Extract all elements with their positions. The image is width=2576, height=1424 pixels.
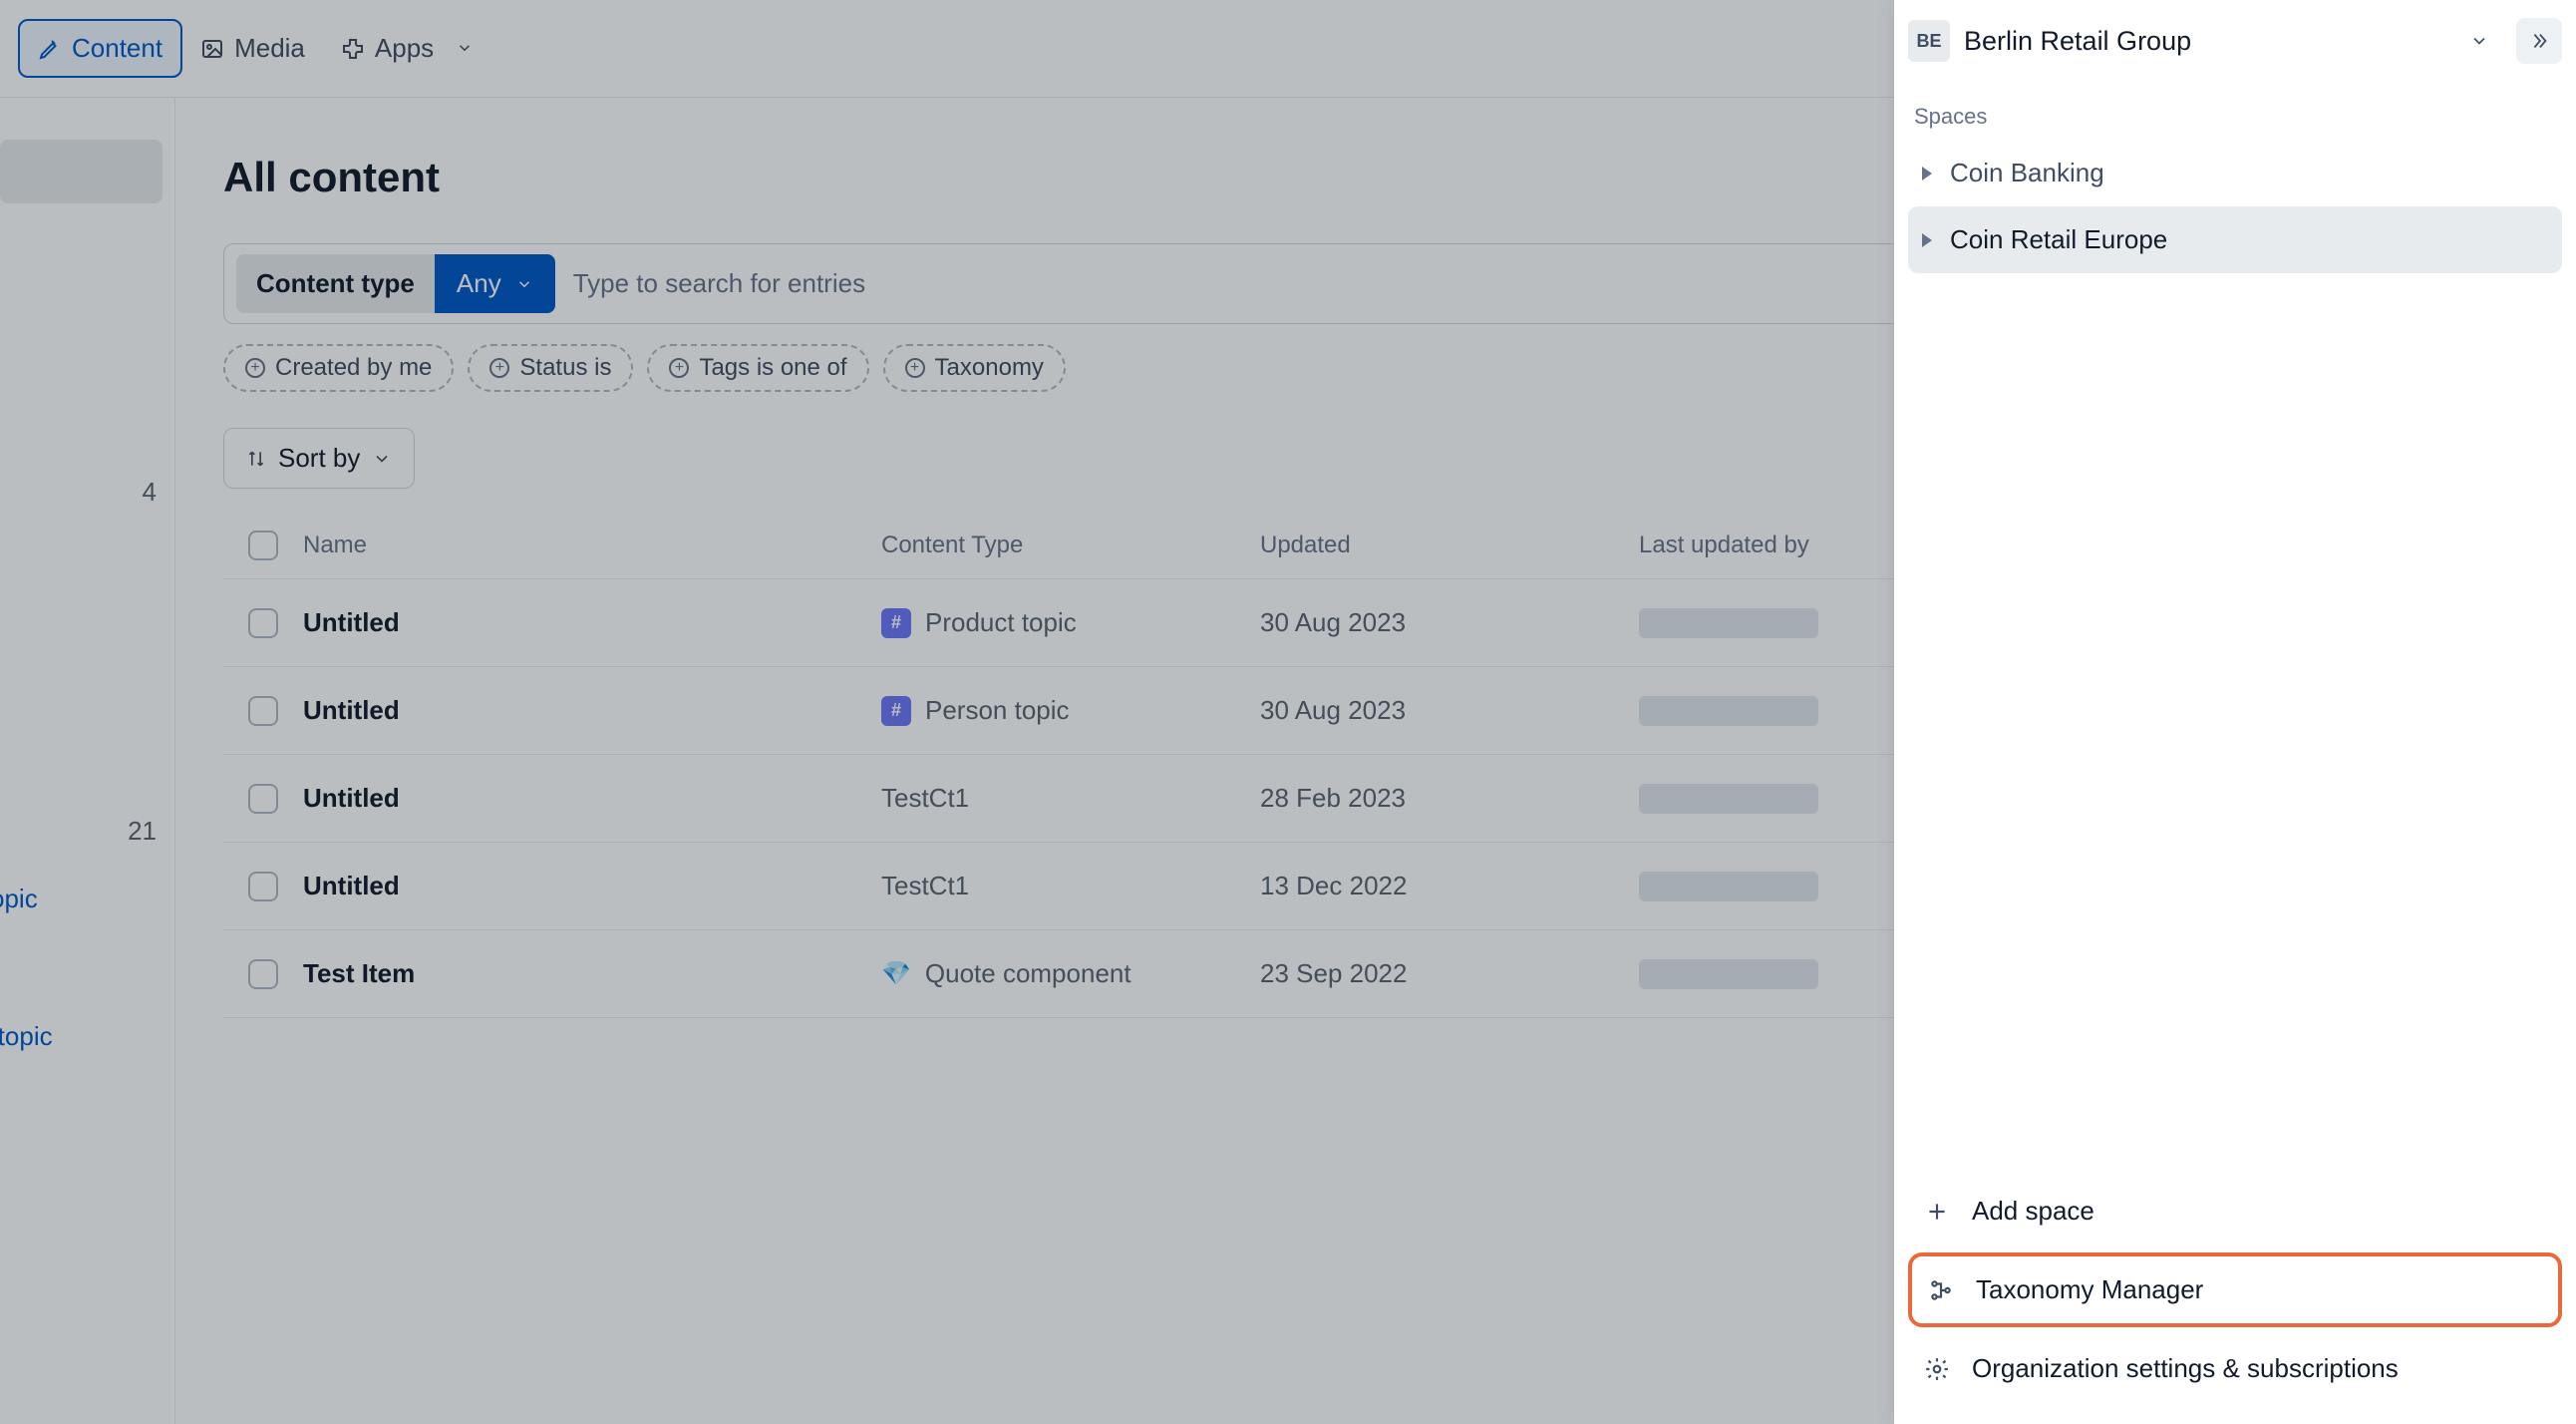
left-sidebar: 4 21 opic e topic	[0, 98, 175, 1424]
panel-collapse-button[interactable]	[2516, 18, 2562, 64]
filter-value-text: Any	[457, 268, 501, 299]
chip-label: Taxonomy	[935, 354, 1044, 382]
org-name[interactable]: Berlin Retail Group	[1964, 26, 2442, 57]
add-space-button[interactable]: Add space	[1908, 1178, 2562, 1245]
chip-label: Tags is one of	[699, 354, 846, 382]
row-content-type: Product topic	[925, 607, 1077, 638]
row-content-type: Quote component	[925, 958, 1131, 989]
pen-icon	[38, 37, 62, 61]
col-name-header[interactable]: Name	[303, 532, 881, 559]
row-name: Untitled	[303, 607, 881, 638]
chip-created-by-me[interactable]: + Created by me	[223, 344, 454, 392]
space-switcher-panel: BE Berlin Retail Group Spaces Coin Banki…	[1894, 0, 2576, 1424]
panel-header: BE Berlin Retail Group	[1908, 18, 2562, 64]
org-dropdown-toggle[interactable]	[2456, 18, 2502, 64]
nav-apps-label: Apps	[375, 33, 434, 64]
chevron-down-icon	[515, 275, 533, 293]
plus-icon: +	[245, 358, 265, 378]
row-name: Untitled	[303, 871, 881, 901]
nav-content-label: Content	[72, 33, 162, 64]
sort-by-label: Sort by	[278, 443, 360, 474]
row-updated-by	[1639, 784, 1818, 814]
chevron-down-icon	[456, 33, 474, 64]
expand-triangle-icon	[1922, 233, 1932, 247]
filter-content-type-label[interactable]: Content type	[236, 254, 435, 313]
sidebar-link-a[interactable]: opic	[0, 884, 38, 914]
row-updated: 13 Dec 2022	[1260, 871, 1639, 901]
space-name: Coin Retail Europe	[1950, 224, 2167, 255]
sort-icon	[246, 449, 266, 469]
content-type-icon: #	[881, 696, 911, 726]
filter-content-type-value[interactable]: Any	[435, 254, 555, 313]
row-checkbox[interactable]	[248, 872, 278, 901]
select-all-checkbox[interactable]	[248, 531, 278, 560]
row-updated: 28 Feb 2023	[1260, 783, 1639, 814]
row-checkbox[interactable]	[248, 959, 278, 989]
row-name: Test Item	[303, 958, 881, 989]
row-updated: 23 Sep 2022	[1260, 958, 1639, 989]
chip-taxonomy[interactable]: + Taxonomy	[883, 344, 1066, 392]
taxonomy-manager-label: Taxonomy Manager	[1976, 1274, 2203, 1305]
nav-media-label: Media	[234, 33, 305, 64]
taxonomy-manager-button[interactable]: Taxonomy Manager	[1908, 1252, 2562, 1327]
space-name: Coin Banking	[1950, 158, 2104, 188]
row-updated-by	[1639, 608, 1818, 638]
expand-triangle-icon	[1922, 167, 1932, 180]
space-item[interactable]: Coin Retail Europe	[1908, 206, 2562, 273]
gem-icon: 💎	[881, 959, 911, 988]
sidebar-count-a: 4	[143, 477, 157, 508]
panel-footer: Add space Taxonomy Manager Organization …	[1908, 1178, 2562, 1402]
plus-icon: +	[669, 358, 689, 378]
sidebar-selected-item[interactable]	[0, 140, 162, 203]
nav-content-tab[interactable]: Content	[18, 19, 182, 78]
org-settings-label: Organization settings & subscriptions	[1972, 1353, 2399, 1384]
row-updated-by	[1639, 959, 1818, 989]
chip-tags-is-one-of[interactable]: + Tags is one of	[647, 344, 868, 392]
add-space-label: Add space	[1972, 1196, 2094, 1227]
content-type-icon: #	[881, 608, 911, 638]
chip-label: Created by me	[275, 354, 432, 382]
plus-icon: +	[489, 358, 509, 378]
row-checkbox[interactable]	[248, 696, 278, 726]
row-name: Untitled	[303, 783, 881, 814]
sort-by-button[interactable]: Sort by	[223, 428, 415, 489]
row-updated-by	[1639, 872, 1818, 901]
chevron-down-icon	[2469, 31, 2489, 51]
puzzle-icon	[341, 37, 365, 61]
row-name: Untitled	[303, 695, 881, 726]
space-item[interactable]: Coin Banking	[1908, 140, 2562, 206]
col-by-header[interactable]: Last updated by	[1639, 532, 1898, 559]
row-content-type: Person topic	[925, 695, 1070, 726]
plus-icon	[1924, 1199, 1950, 1225]
chevrons-right-icon	[2528, 30, 2550, 52]
image-icon	[200, 37, 224, 61]
hierarchy-icon	[1928, 1277, 1954, 1303]
col-ct-header[interactable]: Content Type	[881, 532, 1260, 559]
row-checkbox[interactable]	[248, 784, 278, 814]
row-checkbox[interactable]	[248, 608, 278, 638]
row-updated: 30 Aug 2023	[1260, 695, 1639, 726]
row-content-type: TestCt1	[881, 783, 969, 814]
org-avatar: BE	[1908, 20, 1950, 62]
row-updated: 30 Aug 2023	[1260, 607, 1639, 638]
chip-status-is[interactable]: + Status is	[468, 344, 633, 392]
chevron-down-icon	[372, 449, 392, 469]
row-content-type: TestCt1	[881, 871, 969, 901]
sidebar-link-b[interactable]: e topic	[0, 1021, 53, 1052]
col-updated-header[interactable]: Updated	[1260, 532, 1639, 559]
row-updated-by	[1639, 696, 1818, 726]
org-settings-button[interactable]: Organization settings & subscriptions	[1908, 1335, 2562, 1402]
plus-icon: +	[905, 358, 925, 378]
sidebar-count-b: 21	[128, 816, 157, 847]
nav-apps-tab[interactable]: Apps	[323, 21, 491, 76]
chip-label: Status is	[519, 354, 611, 382]
gear-icon	[1924, 1356, 1950, 1382]
spaces-section-label: Spaces	[1914, 104, 2562, 130]
nav-media-tab[interactable]: Media	[182, 21, 323, 76]
